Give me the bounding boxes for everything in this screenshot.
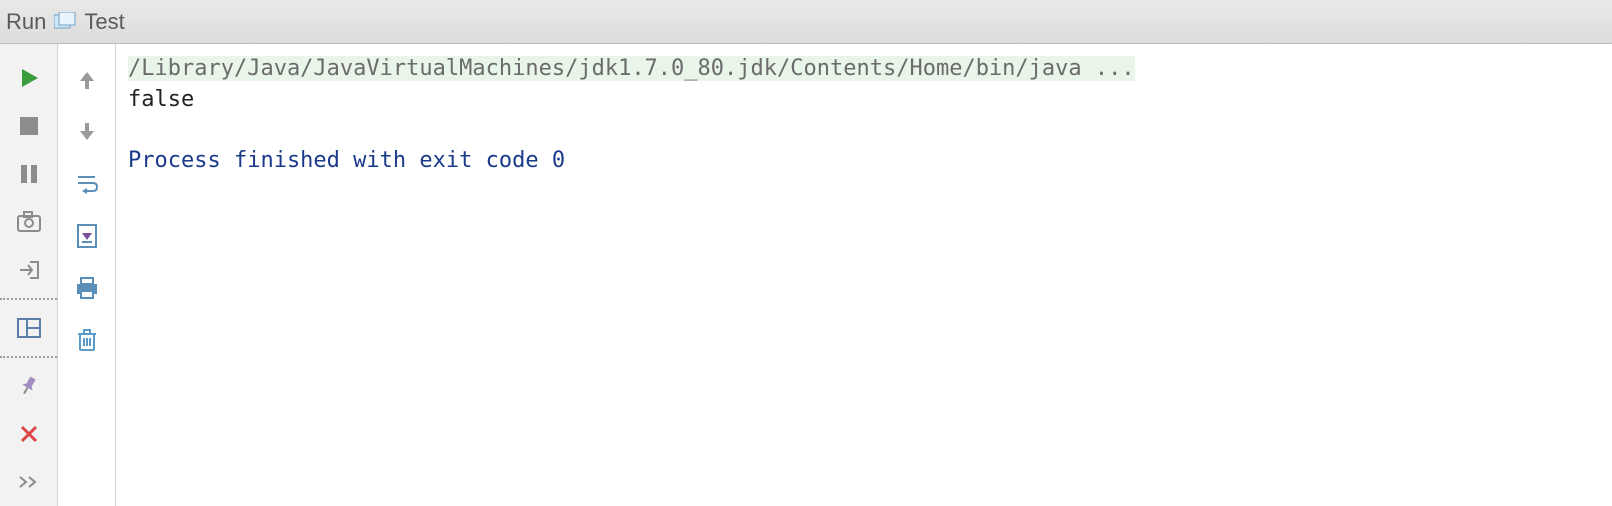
scroll-to-end-icon: [76, 224, 98, 248]
console-stdout-line: false: [128, 87, 194, 112]
toolbar-separator: [0, 356, 57, 358]
more-button[interactable]: [9, 464, 49, 500]
print-icon: [75, 276, 99, 300]
console-output[interactable]: /Library/Java/JavaVirtualMachines/jdk1.7…: [116, 44, 1612, 506]
scroll-up-button[interactable]: [67, 60, 107, 100]
close-button[interactable]: [9, 416, 49, 452]
console-command-line: /Library/Java/JavaVirtualMachines/jdk1.7…: [128, 56, 1135, 81]
layout-button[interactable]: [9, 310, 49, 346]
layout-icon: [17, 318, 41, 338]
pause-button[interactable]: [9, 156, 49, 192]
rerun-button[interactable]: [9, 60, 49, 96]
arrow-down-icon: [77, 121, 97, 143]
trash-icon: [76, 328, 98, 352]
play-icon: [18, 67, 40, 89]
clear-all-button[interactable]: [67, 320, 107, 360]
run-config-name: Test: [84, 9, 124, 35]
soft-wrap-button[interactable]: [67, 164, 107, 204]
console-exit-line: Process finished with exit code 0: [128, 148, 565, 173]
run-panel-header: Run Test: [0, 0, 1612, 44]
run-controls-toolbar: [0, 44, 58, 506]
close-icon: [19, 424, 39, 444]
tool-window-label: Run: [6, 9, 46, 35]
dump-threads-button[interactable]: [9, 204, 49, 240]
exit-icon: [18, 259, 40, 281]
scroll-down-button[interactable]: [67, 112, 107, 152]
stop-icon: [19, 116, 39, 136]
camera-icon: [17, 211, 41, 233]
chevrons-right-icon: [17, 475, 41, 489]
stop-button[interactable]: [9, 108, 49, 144]
scroll-to-end-button[interactable]: [67, 216, 107, 256]
pause-icon: [19, 164, 39, 184]
pin-icon: [19, 375, 39, 397]
exit-button[interactable]: [9, 252, 49, 288]
run-config-icon: [54, 12, 78, 32]
console-controls-toolbar: [58, 44, 116, 506]
arrow-up-icon: [77, 69, 97, 91]
print-button[interactable]: [67, 268, 107, 308]
toolbar-separator: [0, 298, 57, 300]
soft-wrap-icon: [75, 173, 99, 195]
pin-button[interactable]: [9, 368, 49, 404]
